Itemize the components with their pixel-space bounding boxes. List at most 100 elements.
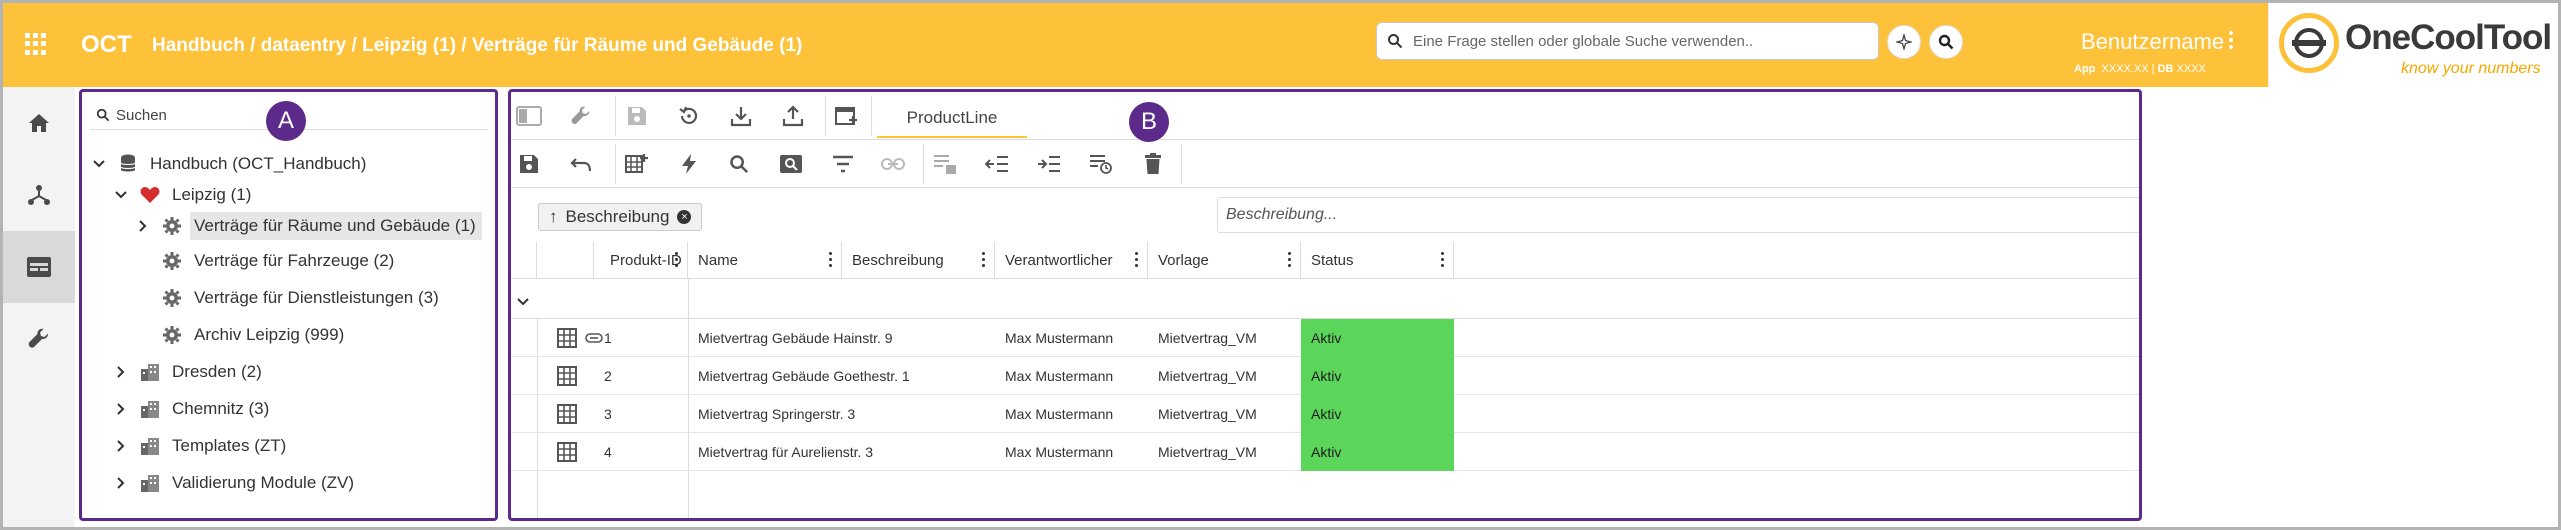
table-row[interactable]: 3 Mietvertrag Springerstr. 3 Max Musterman… <box>511 395 2139 433</box>
table-row[interactable]: 4 Mietvertrag für Aurelienstr. 3 Max Muste… <box>511 433 2139 471</box>
column-menu-icon[interactable] <box>1441 252 1445 270</box>
tree-node-leipzig[interactable]: Leipzig (1) <box>112 179 251 211</box>
filter-button[interactable] <box>829 150 857 178</box>
link-button[interactable] <box>879 150 907 178</box>
collapse-button[interactable] <box>983 150 1011 178</box>
app-grid-icon[interactable] <box>25 33 47 55</box>
tree-node-label: Verträge für Fahrzeuge (2) <box>194 251 395 270</box>
save-button[interactable] <box>515 150 543 178</box>
column-menu-icon[interactable] <box>1135 252 1139 270</box>
chevron-right-icon[interactable] <box>112 440 130 452</box>
grid-header-blank <box>511 242 537 279</box>
expand-button[interactable] <box>1035 150 1063 178</box>
nav-home[interactable] <box>3 87 75 159</box>
grid-header-beschreibung[interactable]: Beschreibung <box>842 242 995 279</box>
global-search <box>1376 22 1879 60</box>
table-add-icon <box>625 154 648 173</box>
column-menu-icon[interactable] <box>1288 252 1292 270</box>
tree-node-contracts-vehicles[interactable]: Verträge für Fahrzeuge (2) <box>134 245 394 277</box>
sort-chip[interactable]: ↑ Beschreibung × <box>538 203 703 231</box>
building-icon <box>138 363 162 381</box>
chevron-down-icon[interactable] <box>517 293 529 311</box>
list-save-icon <box>934 155 956 174</box>
search-icon <box>1938 34 1954 50</box>
description-input[interactable] <box>1218 198 2139 232</box>
list-history-icon <box>1090 155 1112 174</box>
undo-button[interactable] <box>567 150 595 178</box>
tree-node-chemnitz[interactable]: Chemnitz (3) <box>112 393 269 425</box>
delete-button[interactable] <box>1139 150 1167 178</box>
grid-open-icon[interactable] <box>557 319 579 357</box>
chevron-down-icon[interactable] <box>112 191 130 199</box>
sort-arrow-icon: ↑ <box>549 207 558 226</box>
app-window: OCT Handbuch / dataentry / Leipzig (1) /… <box>3 3 2558 527</box>
toggle-panel-button[interactable] <box>515 102 543 130</box>
history-list-button[interactable] <box>1087 150 1115 178</box>
app-name: OCT <box>81 31 132 58</box>
column-menu-icon[interactable] <box>982 252 986 270</box>
flash-button[interactable] <box>675 150 703 178</box>
tree-node-templates[interactable]: Templates (ZT) <box>112 430 286 462</box>
sort-chip-label: Beschreibung <box>565 207 670 226</box>
cell-verantwortlicher: Max Mustermann <box>1005 368 1114 384</box>
user-menu-icon[interactable] <box>2228 29 2234 51</box>
grid-header-vorlage[interactable]: Vorlage <box>1148 242 1301 279</box>
save-disabled-button[interactable] <box>623 102 651 130</box>
chevron-right-icon[interactable] <box>112 477 130 489</box>
table-row[interactable]: 1 Mietvertrag Gebäude Hainstr. 9 Max Muste… <box>511 319 2139 357</box>
annotation-badge-b: B <box>1129 102 1169 142</box>
group-row[interactable] <box>511 279 2139 319</box>
cell-verantwortlicher: Max Mustermann <box>1005 444 1114 460</box>
nav-settings[interactable] <box>3 303 75 375</box>
grid-header-name[interactable]: Name <box>688 242 842 279</box>
nav-dataentry[interactable] <box>3 231 75 303</box>
search-button[interactable] <box>1929 25 1963 59</box>
download-button[interactable] <box>727 102 755 130</box>
column-menu-icon[interactable] <box>829 252 833 270</box>
grid-header-produkt-id[interactable]: Produkt-ID <box>594 242 688 279</box>
tree-node-root[interactable]: Handbuch (OCT_Handbuch) <box>90 148 366 180</box>
chevron-right-icon[interactable] <box>134 220 152 232</box>
sparkle-icon <box>1896 34 1912 50</box>
grid-open-icon[interactable] <box>557 395 579 433</box>
save-list-button[interactable] <box>931 150 959 178</box>
tree-node-contracts-services[interactable]: Verträge für Dienstleistungen (3) <box>134 282 439 314</box>
config-button[interactable] <box>567 102 595 130</box>
lightning-icon <box>682 154 696 174</box>
cell-vorlage: Mietvertrag_VM <box>1158 406 1257 422</box>
nav-hierarchy[interactable] <box>3 159 75 231</box>
grid-header-status[interactable]: Status <box>1301 242 1454 279</box>
history-button[interactable] <box>675 102 703 130</box>
building-icon <box>138 400 162 418</box>
trash-icon <box>1145 153 1161 174</box>
user-name[interactable]: Benutzername <box>2081 29 2224 55</box>
tree-node-validation[interactable]: Validierung Module (ZV) <box>112 467 354 499</box>
chevron-right-icon[interactable] <box>112 403 130 415</box>
search-grid-button[interactable] <box>725 150 753 178</box>
find-button[interactable] <box>777 150 805 178</box>
grid-header-verantwortlicher[interactable]: Verantwortlicher <box>995 242 1148 279</box>
chevron-right-icon[interactable] <box>112 366 130 378</box>
upload-button[interactable] <box>779 102 807 130</box>
global-search-input[interactable] <box>1413 23 1868 59</box>
close-icon[interactable]: × <box>677 210 692 224</box>
tab-productline[interactable]: ProductLine <box>877 104 1027 138</box>
tree-node-label: Handbuch (OCT_Handbuch) <box>150 154 367 173</box>
new-window-button[interactable] <box>833 102 861 130</box>
add-window-icon <box>835 107 857 125</box>
add-grid-button[interactable] <box>623 150 651 178</box>
grid-open-icon[interactable] <box>557 357 579 395</box>
cell-verantwortlicher: Max Mustermann <box>1005 406 1114 422</box>
ai-assist-button[interactable] <box>1887 25 1921 59</box>
grid-open-icon[interactable] <box>557 433 579 471</box>
tree-node-label: Templates (ZT) <box>172 436 287 455</box>
tree-node-contracts-buildings[interactable]: Verträge für Räume und Gebäude (1) <box>134 210 482 242</box>
table-row[interactable]: 2 Mietvertrag Gebäude Goethestr. 1 Max Mus… <box>511 357 2139 395</box>
chevron-down-icon[interactable] <box>90 160 108 168</box>
column-menu-icon[interactable] <box>675 252 679 270</box>
tree-node-archive[interactable]: Archiv Leipzig (999) <box>134 319 344 351</box>
tree-node-dresden[interactable]: Dresden (2) <box>112 356 262 388</box>
brand-logo: OneCoolTool know your numbers <box>2268 3 2558 87</box>
search-icon <box>1388 34 1403 49</box>
toolbar-top: ProductLine <box>511 92 2139 140</box>
